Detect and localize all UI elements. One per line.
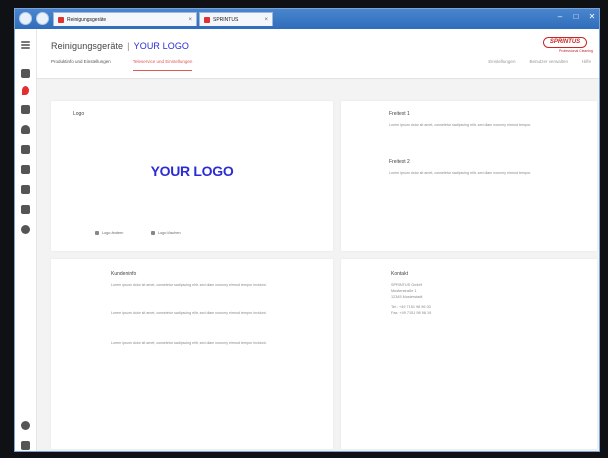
favicon-icon <box>58 16 64 23</box>
kontakt-heading: Kontakt <box>391 271 408 277</box>
minimize-button[interactable]: – <box>555 12 565 22</box>
change-logo-button[interactable]: Logo ändern <box>95 231 123 235</box>
header-logo-text: YOUR LOGO <box>133 41 190 51</box>
logo-card-heading: Logo <box>73 111 85 117</box>
close-tab-icon[interactable]: × <box>264 17 268 23</box>
tab-produktinfo[interactable]: Produktinfo und Einstellungen <box>51 59 111 71</box>
browser-tab-2[interactable]: SPRINTUS × <box>199 12 273 26</box>
logout-icon[interactable] <box>21 441 30 450</box>
tool-einstellungen[interactable]: Einstellungen <box>488 59 515 64</box>
freitext2-text[interactable]: Lorem ipsum dolor sit amet, consetetur s… <box>389 171 589 177</box>
trash-icon <box>151 231 155 235</box>
favicon-icon <box>204 16 210 23</box>
kontakt-line: Tel.: +49 7151 98 96 00 <box>391 305 431 309</box>
kundeninfo-paragraph[interactable]: Lorem ipsum dolor sit amet, consetetur s… <box>111 341 311 347</box>
kontakt-card: Kontakt SPRINTUS GmbH Musterstraße 1 123… <box>341 259 597 449</box>
tool-benutzer[interactable]: Benutzer verwalten <box>529 59 568 64</box>
delete-logo-button[interactable]: Logo löschen <box>151 231 181 235</box>
back-icon[interactable] <box>19 12 32 25</box>
kundeninfo-card: Kundeninfo Lorem ipsum dolor sit amet, c… <box>51 259 333 449</box>
page-title: Reinigungsgeräte | YOUR LOGO <box>51 41 190 51</box>
folder-icon[interactable] <box>21 205 30 214</box>
kundeninfo-paragraph[interactable]: Lorem ipsum dolor sit amet, consetetur s… <box>111 283 311 289</box>
browser-window: Reinigungsgeräte × SPRINTUS × – □ ✕ Rein… <box>14 8 600 452</box>
close-tab-icon[interactable]: × <box>188 17 192 23</box>
forward-icon[interactable] <box>36 12 49 25</box>
tab-teleservice[interactable]: Teleservice und Einstellungen <box>132 59 193 71</box>
freitext-card: Freitext 1 Lorem ipsum dolor sit amet, c… <box>341 101 597 251</box>
content-area: Logo YOUR LOGO Logo ändern Logo löschen … <box>37 79 599 451</box>
brand-logo: SPRINTUS Professional Cleaning <box>537 37 593 55</box>
header-tools: Einstellungen Benutzer verwalten Hilfe <box>488 59 591 64</box>
title-bar: Reinigungsgeräte × SPRINTUS × – □ ✕ <box>15 9 599 29</box>
freitext2-heading: Freitext 2 <box>389 159 410 165</box>
kontakt-line: Fax: +49 7151 98 96 19 <box>391 311 432 315</box>
maximize-button[interactable]: □ <box>571 12 581 22</box>
tool-hilfe[interactable]: Hilfe <box>582 59 591 64</box>
freitext1-heading: Freitext 1 <box>389 111 410 117</box>
kontakt-line: 12345 Musterstadt <box>391 295 423 299</box>
edit-icon <box>95 231 99 235</box>
user-icon[interactable] <box>21 125 30 134</box>
screen: Reinigungsgeräte × SPRINTUS × – □ ✕ Rein… <box>0 0 608 458</box>
page-header: Reinigungsgeräte | YOUR LOGO SPRINTUS Prof… <box>37 29 599 79</box>
location-icon[interactable] <box>22 86 29 95</box>
tools-icon[interactable] <box>21 145 30 154</box>
settings-icon[interactable] <box>21 225 30 234</box>
sidebar <box>15 29 37 451</box>
dashboard-icon[interactable] <box>21 69 30 78</box>
kundeninfo-paragraph[interactable]: Lorem ipsum dolor sit amet, consetetur s… <box>111 311 311 317</box>
kontakt-line: SPRINTUS GmbH <box>391 283 423 287</box>
menu-icon[interactable] <box>21 41 30 43</box>
machines-icon[interactable] <box>21 105 30 114</box>
kundeninfo-heading: Kundeninfo <box>111 271 137 277</box>
browser-tab-1[interactable]: Reinigungsgeräte × <box>53 12 197 26</box>
chart-icon[interactable] <box>21 185 30 194</box>
close-button[interactable]: ✕ <box>587 12 597 22</box>
freitext1-text[interactable]: Lorem ipsum dolor sit amet, consetetur s… <box>389 123 589 129</box>
kontakt-line: Musterstraße 1 <box>391 289 417 293</box>
reports-icon[interactable] <box>21 165 30 174</box>
main-area: Reinigungsgeräte | YOUR LOGO SPRINTUS Prof… <box>37 29 599 451</box>
help-icon[interactable] <box>21 421 30 430</box>
page-tabs: Produktinfo und Einstellungen Teleservic… <box>51 59 193 71</box>
your-logo: YOUR LOGO <box>150 163 234 179</box>
logo-card: Logo YOUR LOGO Logo ändern Logo löschen <box>51 101 333 251</box>
